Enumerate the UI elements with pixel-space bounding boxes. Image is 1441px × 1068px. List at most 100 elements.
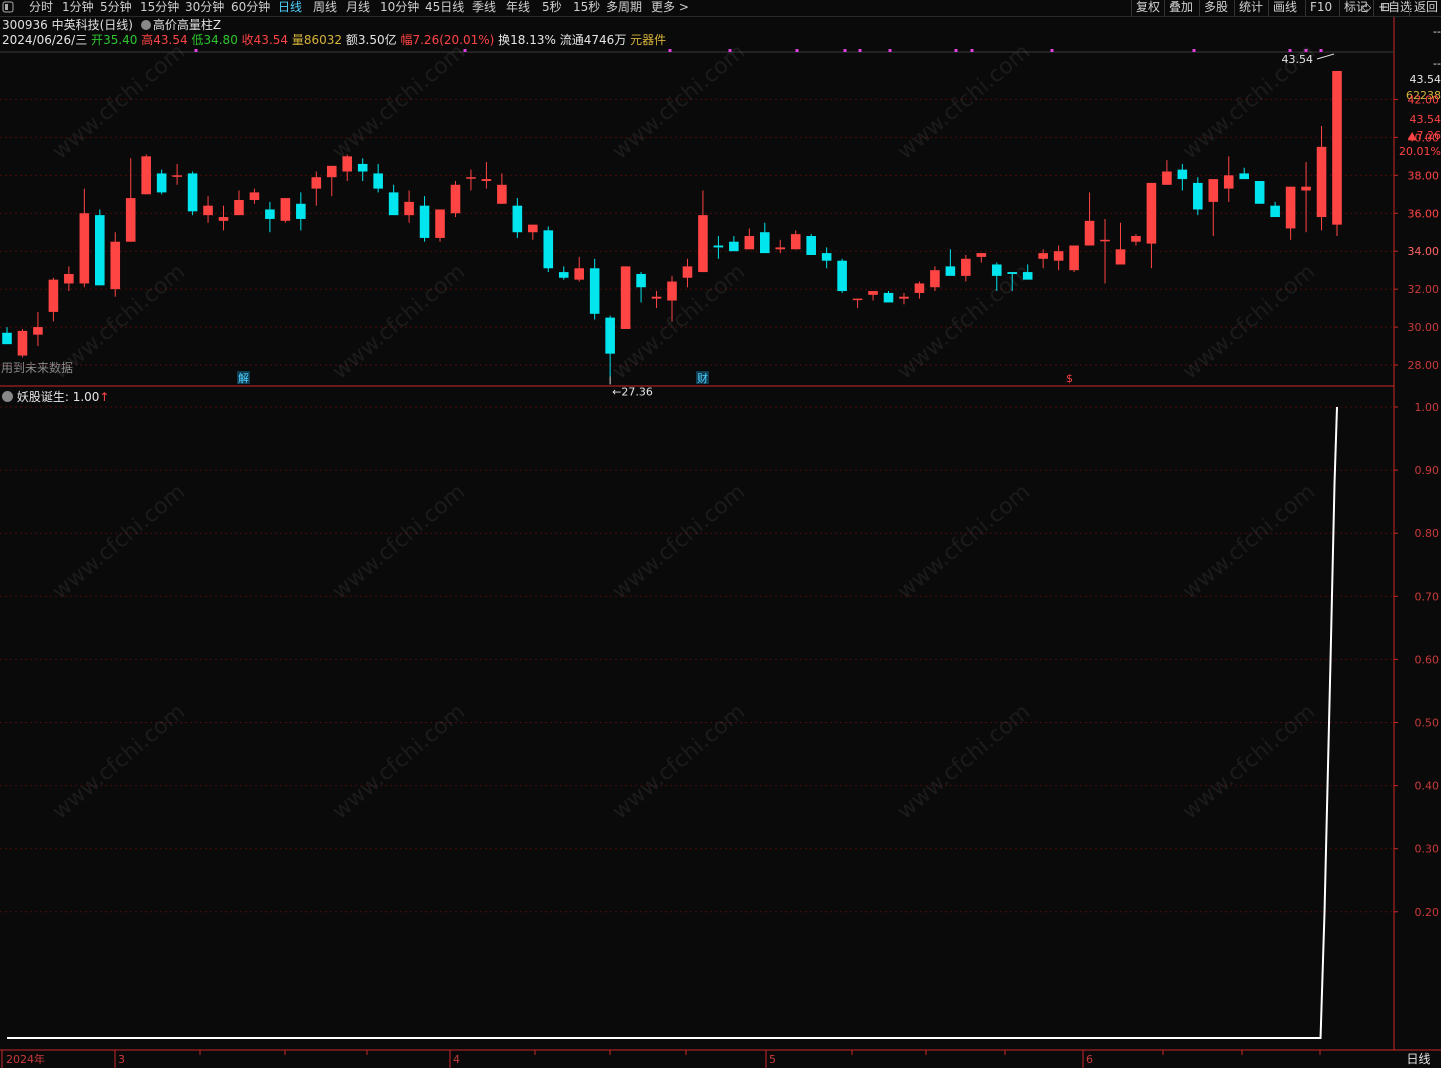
price-tick-label: 40.00 [1408, 131, 1440, 144]
candle-body [357, 163, 368, 172]
candle-body [187, 173, 198, 212]
watermark: www.cfchi.com [893, 699, 1035, 824]
candle-body [914, 283, 925, 293]
signal-marker [954, 49, 958, 52]
event-mark-0: 解 [238, 371, 249, 385]
candle-body [1316, 146, 1327, 218]
candle-body [1115, 249, 1126, 265]
watermark: www.cfchi.com [1178, 699, 1320, 824]
candle-body [574, 268, 585, 280]
price-tick-label: 36.00 [1408, 207, 1440, 220]
candle-body [713, 245, 724, 248]
candle-body [373, 173, 383, 189]
price-tick-label: 30.00 [1408, 321, 1440, 334]
candle-body [497, 184, 507, 204]
candle-body [141, 156, 151, 195]
candle-body [1038, 253, 1048, 259]
signal-marker [888, 49, 892, 52]
candle-body [311, 177, 322, 189]
price-tick-label: 38.00 [1408, 169, 1440, 182]
candle-body [2, 332, 12, 345]
candle-body [79, 213, 90, 284]
x-axis-label-2: 4 [453, 1053, 460, 1066]
x-axis-label-0: 2024年 [6, 1052, 45, 1066]
candle-body [249, 192, 260, 200]
candle-body [1053, 251, 1064, 261]
watermark: www.cfchi.com [48, 699, 190, 824]
candle-body [450, 184, 461, 214]
price-tick-label: 34.00 [1408, 245, 1440, 258]
indicator-tick-label: 0.20 [1415, 906, 1440, 919]
watermark: www.cfchi.com [328, 259, 470, 384]
candle-body [172, 175, 182, 177]
candle-body [821, 253, 832, 261]
watermark: www.cfchi.com [48, 479, 190, 604]
candle-body [110, 241, 121, 290]
candle-body [605, 317, 615, 354]
candle-body [930, 270, 940, 288]
candle-body [1270, 205, 1280, 218]
candle-body [17, 330, 28, 356]
watermark: www.cfchi.com [1178, 479, 1320, 604]
watermark: www.cfchi.com [608, 479, 750, 604]
price-tick-label: 32.00 [1408, 283, 1440, 296]
candle-body [682, 266, 693, 278]
candle-body [326, 165, 337, 178]
signal-marker [970, 49, 974, 52]
candle-body [481, 179, 492, 182]
candle-body [558, 272, 569, 278]
candle-body [1084, 220, 1095, 246]
candle-body [265, 209, 275, 219]
watermark: www.cfchi.com [328, 39, 470, 164]
candle-body [961, 258, 971, 276]
price-tick-label: 42.00 [1408, 93, 1440, 106]
indicator-tick-label: 0.40 [1415, 780, 1440, 793]
signal-marker [1192, 49, 1196, 52]
candle-body [543, 230, 554, 269]
signal-marker [194, 49, 198, 52]
candle-body [976, 253, 987, 257]
candle-body [636, 273, 646, 288]
signal-marker [795, 49, 799, 52]
candle-body [1100, 239, 1110, 242]
indicator-tick-label: 0.30 [1415, 843, 1440, 856]
price-tick-label: 28.00 [1408, 359, 1440, 372]
candle-body [1254, 181, 1265, 204]
signal-marker [843, 49, 847, 52]
indicator-tick-label: 0.60 [1415, 653, 1440, 666]
candle-body [883, 292, 894, 303]
candle-body [1131, 236, 1141, 242]
candle-body [806, 236, 816, 255]
candle-body [234, 199, 244, 216]
candle-body [1208, 179, 1219, 202]
candle-body [1223, 175, 1234, 189]
candle-body [651, 296, 662, 299]
candle-body [837, 260, 847, 292]
indicator-tick-label: 0.50 [1415, 717, 1440, 730]
candle-body [759, 232, 770, 254]
watermark: www.cfchi.com [608, 699, 750, 824]
indicator-tick-label: 1.00 [1415, 401, 1440, 414]
candle-body [33, 327, 43, 335]
candle-body [1162, 171, 1172, 185]
signal-marker [1319, 49, 1323, 52]
candle-body [296, 203, 306, 219]
signal-marker [668, 49, 672, 52]
candle-body [1069, 245, 1079, 271]
candle-body [1285, 186, 1296, 229]
event-mark-2: $ [1066, 372, 1073, 385]
candle-body [775, 247, 786, 250]
candle-body [1193, 182, 1203, 210]
candle-body [48, 279, 59, 312]
candle-body [729, 241, 739, 252]
candle-body [528, 224, 538, 233]
event-mark-1: 财 [697, 371, 708, 385]
candle-body [899, 296, 909, 299]
signal-marker [1050, 49, 1054, 52]
candle-body [667, 281, 677, 301]
candle-body [744, 236, 755, 250]
candle-body [868, 291, 878, 295]
candle-body [64, 273, 74, 284]
candle-body [1301, 186, 1311, 191]
candle-body [589, 268, 600, 314]
